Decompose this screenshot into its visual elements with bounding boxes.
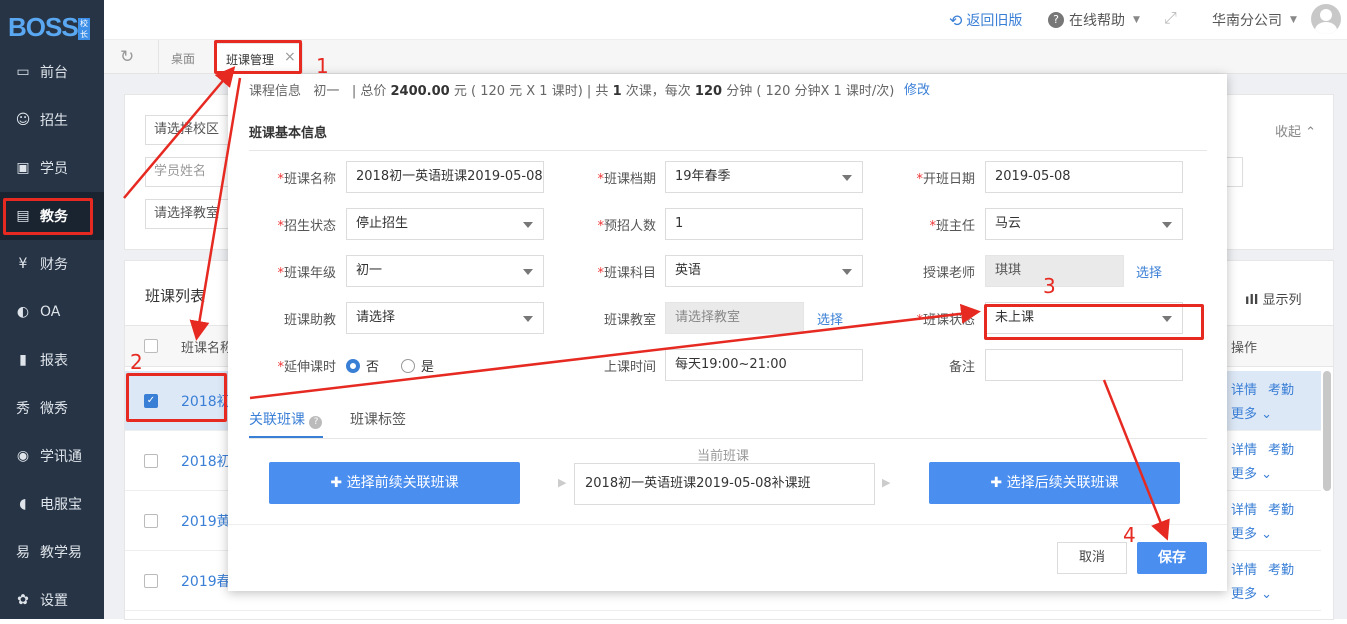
annotation-arrows bbox=[123, 66, 1170, 541]
arrow-status-to-save bbox=[1102, 379, 1170, 541]
arrow-tab-to-row bbox=[189, 77, 242, 341]
arrow-row-to-status bbox=[249, 303, 981, 400]
arrow-sidebar-to-tab bbox=[123, 66, 236, 199]
